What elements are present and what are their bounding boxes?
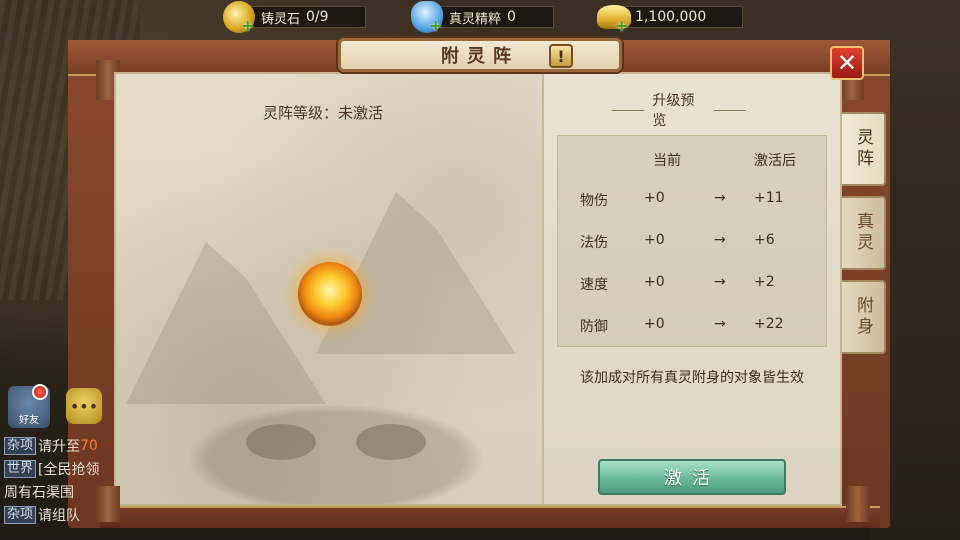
stat-name: 速度 [580,277,608,293]
stat-name: 法伤 [580,235,608,251]
tab-possession[interactable]: 附身 [842,280,886,354]
chat-channel-tag: 杂项 [4,505,37,524]
chat-line: 周有石渠围 [4,480,116,503]
pane-divider [542,74,544,504]
stat-after: +2 [754,274,775,290]
panel-title-banner: 附灵阵 [338,38,622,72]
chat-text: 请升至 [38,438,81,455]
header-current: 当前 [653,153,681,169]
stats-header: 当前 激活后 [558,150,828,170]
stat-after: +11 [754,190,784,206]
taiji-yang [356,424,426,460]
bonus-note: 该加成对所有真灵附身的对象皆生效 [580,370,804,386]
chat-highlight: 70 [80,437,98,454]
arrow-icon: → [714,274,726,290]
resource-soul-stone[interactable]: + 铸灵石 0/9 [223,1,366,34]
stat-current: +0 [644,316,665,332]
resource-value: 0/9 [306,9,329,25]
arrow-icon: → [714,316,726,332]
add-icon[interactable]: + [429,18,443,34]
resource-spirit-essence[interactable]: + 真灵精粹 0 [411,1,554,34]
array-level-text: 灵阵等级：未激活 [263,104,384,122]
add-icon[interactable]: + [241,18,255,34]
stat-row: 防御 +0 → +22 [558,316,828,336]
stat-after: +6 [754,232,775,248]
tab-spirit-array[interactable]: 灵阵 [842,112,886,186]
stats-table: 当前 激活后 物伤 +0 → +11 法伤 +0 → +6 速度 +0 → +2… [557,135,827,347]
resource-value: 1,100,000 [635,9,707,25]
stat-current: +0 [644,274,665,290]
chat-channel-tag: 世界 [4,459,37,478]
notification-dot-icon [32,384,48,400]
preview-title: 升级预览 [604,93,754,129]
chat-bubble-icon[interactable]: ••• [66,388,102,424]
stat-current: +0 [644,190,665,206]
chat-feed[interactable]: 杂项 请升至 70 世界 [全民抢领 周有石渠围 杂项 请组队 [4,434,116,526]
resource-label: 铸灵石 [261,11,301,27]
spirit-orb-icon[interactable] [298,262,362,326]
stat-current: +0 [644,232,665,248]
header-after: 激活后 [754,153,796,169]
close-button[interactable]: ✕ [830,46,864,80]
friends-label: 好友 [19,415,39,426]
chat-line: 杂项 请升至 70 [4,434,116,457]
chat-text: 请组队 [38,507,81,524]
chat-line: 杂项 请组队 [4,503,116,526]
page-title: 附灵阵 [441,46,519,67]
taiji-yin [246,424,316,460]
stat-row: 物伤 +0 → +11 [558,190,828,210]
chat-text: 周有石渠围 [4,484,74,501]
stat-after: +22 [754,316,784,332]
arrow-icon: → [714,190,726,206]
mountain-shape [316,192,516,354]
frame-post [846,486,870,522]
stat-row: 法伤 +0 → +6 [558,232,828,252]
chat-channel-tag: 杂项 [4,436,37,455]
panel-frame-bottom [100,506,880,528]
resource-gold[interactable]: + 1,100,000 [597,5,743,34]
stat-name: 防御 [580,319,608,335]
info-button[interactable]: ! [549,44,573,68]
chat-line: 世界 [全民抢领 [4,457,116,480]
chat-text: [全民抢领 [38,461,100,478]
taiji-platform [186,404,486,504]
mountain-shape [126,242,326,404]
tab-true-spirit[interactable]: 真灵 [842,196,886,270]
activate-button[interactable]: 激活 [598,459,786,495]
add-icon[interactable]: + [615,18,629,34]
resource-label: 真灵精粹 [449,11,502,27]
stat-row: 速度 +0 → +2 [558,274,828,294]
preview-title-label: 升级预览 [652,93,695,129]
arrow-icon: → [714,232,726,248]
stat-name: 物伤 [580,193,608,209]
resource-value: 0 [507,9,516,25]
